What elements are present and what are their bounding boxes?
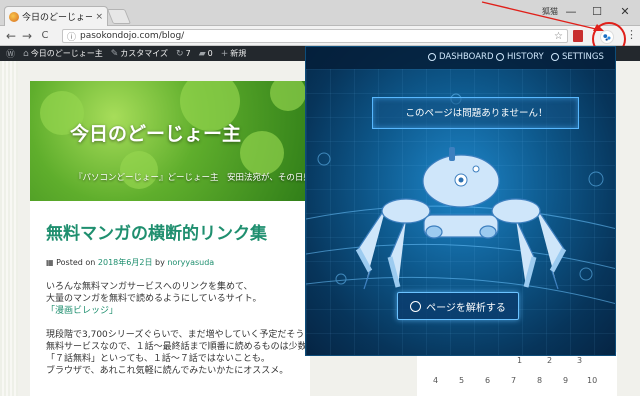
calendar-day[interactable]: 3 xyxy=(577,356,582,365)
tab-close-button[interactable]: × xyxy=(95,12,103,22)
calendar-day[interactable]: 1 xyxy=(517,356,522,365)
dashboard-icon: ⌂ xyxy=(23,48,29,59)
paragraph-line: 無料サービスなので、１話〜最終話まで順番に読めるものは少数。 xyxy=(46,342,316,352)
nav-dashboard[interactable]: DASHBOARD xyxy=(428,52,494,62)
dashboard-nav-icon xyxy=(428,53,436,61)
calendar-day[interactable]: 5 xyxy=(459,376,464,385)
calendar-day[interactable]: 10 xyxy=(587,376,597,385)
page-border-decoration xyxy=(0,61,18,396)
history-nav-icon xyxy=(496,53,504,61)
calendar-day[interactable]: 6 xyxy=(485,376,490,385)
plus-icon: + xyxy=(220,48,229,59)
site-header-banner: 今日のどーじょー主 『パソコンどーじょー』どーじょー主 安田法宛が、その日感じ xyxy=(30,81,310,201)
back-icon[interactable]: ← xyxy=(4,28,18,44)
status-message: このページは問題ありませーん！ xyxy=(405,108,548,119)
play-icon xyxy=(410,300,422,312)
browser-tab[interactable]: 今日のどーじょー主 | パソコン… × xyxy=(4,6,108,26)
post-content: 無料マンガの横断的リンク集 ▦ Posted on 2018年6月2日 by n… xyxy=(30,201,331,396)
nav-settings[interactable]: SETTINGS xyxy=(551,52,604,62)
wp-comments-link[interactable]: ▰ 0 xyxy=(199,49,213,59)
calendar-day[interactable]: 8 xyxy=(537,376,542,385)
site-tagline: 『パソコンどーじょー』どーじょー主 安田法宛が、その日感じ xyxy=(74,173,310,183)
calendar-widget: 1 2 3 4 5 6 7 8 9 10 xyxy=(417,352,617,396)
site-title[interactable]: 今日のどーじょー主 xyxy=(70,119,241,146)
tab-title: 今日のどーじょー主 | パソコン… xyxy=(22,13,93,23)
settings-nav-icon xyxy=(551,53,559,61)
favicon-icon xyxy=(9,11,19,22)
updates-icon: ↻ xyxy=(176,48,184,59)
post-date-link[interactable]: 2018年6月2日 xyxy=(98,258,153,267)
post-author-link[interactable]: noryyasuda xyxy=(167,258,214,267)
calendar-day[interactable]: 4 xyxy=(433,376,438,385)
reload-icon[interactable]: C xyxy=(38,28,52,44)
popup-navbar: DASHBOARD HISTORY SETTINGS xyxy=(306,47,615,69)
wp-updates-link[interactable]: ↻ 7 xyxy=(176,49,191,59)
tachikoma-robot-illustration xyxy=(355,147,567,290)
status-message-box: このページは問題ありませーん！ xyxy=(372,97,579,129)
paragraph-line: 大量のマンガを無料で読めるようにしているサイト。 xyxy=(46,294,262,304)
analyze-page-button[interactable]: ページを解析する xyxy=(397,292,519,320)
wp-site-name-link[interactable]: ⌂ 今日のどーじょー主 xyxy=(23,48,103,59)
wp-customize-link[interactable]: ✎ カスタマイズ xyxy=(111,48,168,59)
new-tab-button[interactable] xyxy=(106,9,132,24)
menu-icon[interactable]: ⋮ xyxy=(626,28,637,41)
post-title[interactable]: 無料マンガの横断的リンク集 xyxy=(46,219,267,244)
calendar-day[interactable]: 7 xyxy=(511,376,516,385)
close-window-button[interactable]: ✕ xyxy=(612,3,638,21)
paragraph-line: 現段階で3,700シリーズぐらいで、まだ増やしていく予定だそうです。 xyxy=(46,330,331,340)
calendar-icon: ▦ xyxy=(46,258,54,267)
extension-popup: DASHBOARD HISTORY SETTINGS このページは問題ありませー… xyxy=(305,46,616,356)
paragraph-line: ブラウザで、あれこれ気軽に読んでみたいかたにオススメ。 xyxy=(46,366,289,376)
calendar-day[interactable]: 2 xyxy=(547,356,552,365)
paragraph-line: いろんな無料マンガサービスへのリンクを集めて、 xyxy=(46,282,253,292)
paragraph-line: 「７話無料」といっても、１話〜７話ではないことも。 xyxy=(46,354,270,364)
wp-new-link[interactable]: + 新規 xyxy=(221,48,247,59)
post-meta: ▦ Posted on 2018年6月2日 by noryyasuda xyxy=(46,258,215,267)
annotation-arrow xyxy=(481,1,604,31)
nav-history[interactable]: HISTORY xyxy=(496,52,544,62)
wp-logo-icon[interactable]: Ⓦ xyxy=(6,47,15,60)
brush-icon: ✎ xyxy=(110,48,119,59)
comment-icon: ▰ xyxy=(198,48,206,59)
forward-icon[interactable]: → xyxy=(20,28,34,44)
info-icon[interactable]: ⓘ xyxy=(67,30,76,43)
calendar-day[interactable]: 9 xyxy=(563,376,568,385)
manga-village-link[interactable]: 「漫画ビレッジ」 xyxy=(46,305,316,317)
